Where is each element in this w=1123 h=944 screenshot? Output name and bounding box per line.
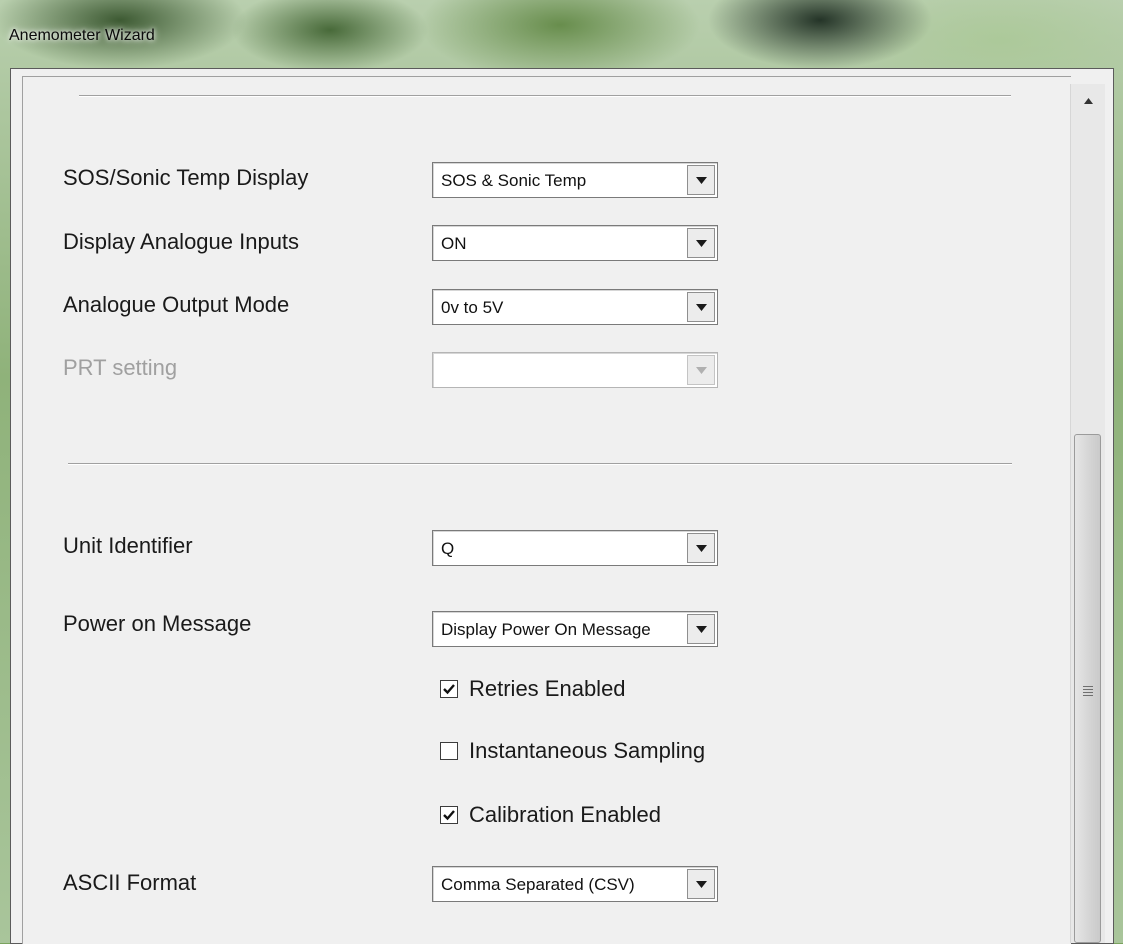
power-on-message-select[interactable]: Display Power On Message: [432, 611, 718, 647]
chevron-down-icon[interactable]: [687, 533, 715, 563]
chevron-down-icon[interactable]: [687, 869, 715, 899]
unit-identifier-value: Q: [441, 539, 455, 558]
scroll-grip-icon: [1083, 686, 1093, 696]
sos-sonic-temp-display-value: SOS & Sonic Temp: [441, 171, 587, 190]
instantaneous-sampling-label[interactable]: Instantaneous Sampling: [469, 738, 705, 764]
power-on-message-label: Power on Message: [63, 611, 252, 636]
instantaneous-sampling-checkbox[interactable]: [440, 742, 458, 760]
sos-sonic-temp-display-select[interactable]: SOS & Sonic Temp: [432, 162, 718, 198]
calibration-enabled-checkbox[interactable]: [440, 806, 458, 824]
checkmark-icon: [443, 810, 455, 821]
display-analogue-inputs-label: Display Analogue Inputs: [63, 229, 300, 254]
top-separator: [79, 95, 1011, 97]
display-analogue-inputs-select[interactable]: ON: [432, 225, 718, 261]
checkmark-icon: [443, 684, 455, 695]
display-analogue-inputs-value: ON: [441, 234, 467, 253]
prt-setting-select: [432, 352, 718, 388]
scrollbar-thumb[interactable]: [1074, 434, 1101, 943]
chevron-down-icon[interactable]: [687, 292, 715, 322]
sos-sonic-temp-display-label: SOS/Sonic Temp Display: [63, 165, 309, 190]
vertical-scrollbar[interactable]: [1070, 84, 1105, 943]
ascii-format-value: Comma Separated (CSV): [441, 875, 635, 894]
unit-identifier-select[interactable]: Q: [432, 530, 718, 566]
chevron-down-icon[interactable]: [687, 165, 715, 195]
calibration-enabled-label[interactable]: Calibration Enabled: [469, 802, 661, 828]
power-on-message-value: Display Power On Message: [441, 620, 651, 639]
window-title: Anemometer Wizard: [9, 27, 155, 44]
chevron-down-icon[interactable]: [687, 614, 715, 644]
analogue-output-mode-value: 0v to 5V: [441, 298, 504, 317]
retries-enabled-checkbox[interactable]: [440, 680, 458, 698]
chevron-down-icon[interactable]: [687, 228, 715, 258]
analogue-output-mode-label: Analogue Output Mode: [63, 292, 290, 317]
unit-identifier-label: Unit Identifier: [63, 533, 193, 558]
section-separator: [68, 463, 1012, 465]
retries-enabled-label[interactable]: Retries Enabled: [469, 676, 626, 702]
ascii-format-select[interactable]: Comma Separated (CSV): [432, 866, 718, 902]
chevron-down-icon: [687, 355, 715, 385]
ascii-format-label: ASCII Format: [63, 870, 197, 895]
prt-setting-label: PRT setting: [63, 355, 178, 380]
analogue-output-mode-select[interactable]: 0v to 5V: [432, 289, 718, 325]
scroll-up-arrow-icon[interactable]: [1071, 84, 1105, 118]
